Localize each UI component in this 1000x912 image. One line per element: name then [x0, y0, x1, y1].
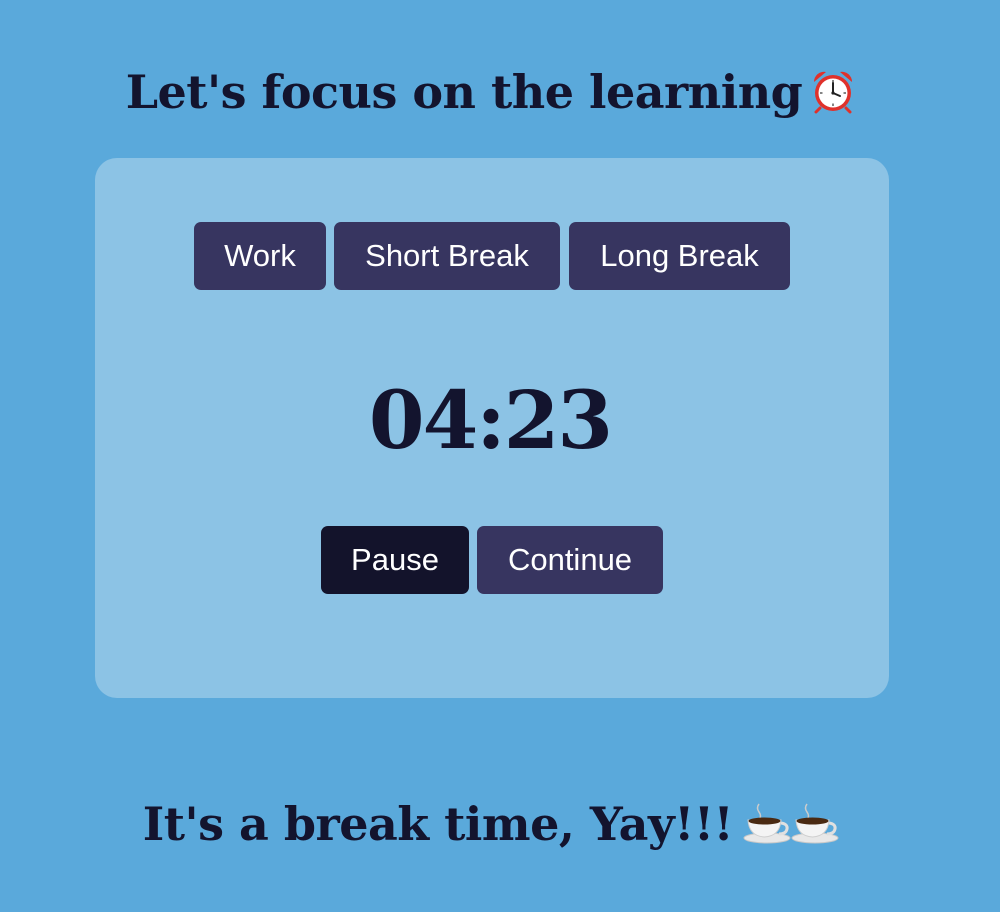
control-buttons: Pause Continue: [95, 526, 889, 594]
break-message-text: It's a break time, Yay!!!: [142, 797, 734, 851]
timer-display: 04:23: [368, 373, 613, 467]
short-break-mode-button[interactable]: Short Break: [334, 222, 560, 290]
break-message: It's a break time, Yay!!!: [0, 794, 982, 858]
page-title: Let's focus on the learning: [0, 62, 982, 122]
alarm-clock-icon: [810, 68, 856, 114]
page-title-text: Let's focus on the learning: [125, 65, 803, 119]
coffee-cup-icon: [743, 803, 791, 844]
timer-card: Work Short Break Long Break 04:23 Pause …: [95, 158, 889, 698]
continue-button[interactable]: Continue: [477, 526, 663, 594]
mode-buttons: Work Short Break Long Break: [95, 222, 889, 290]
long-break-mode-button[interactable]: Long Break: [569, 222, 790, 290]
coffee-cup-icon: [791, 803, 839, 844]
break-icons: [743, 798, 839, 858]
pause-button[interactable]: Pause: [321, 526, 469, 594]
work-mode-button[interactable]: Work: [194, 222, 326, 290]
